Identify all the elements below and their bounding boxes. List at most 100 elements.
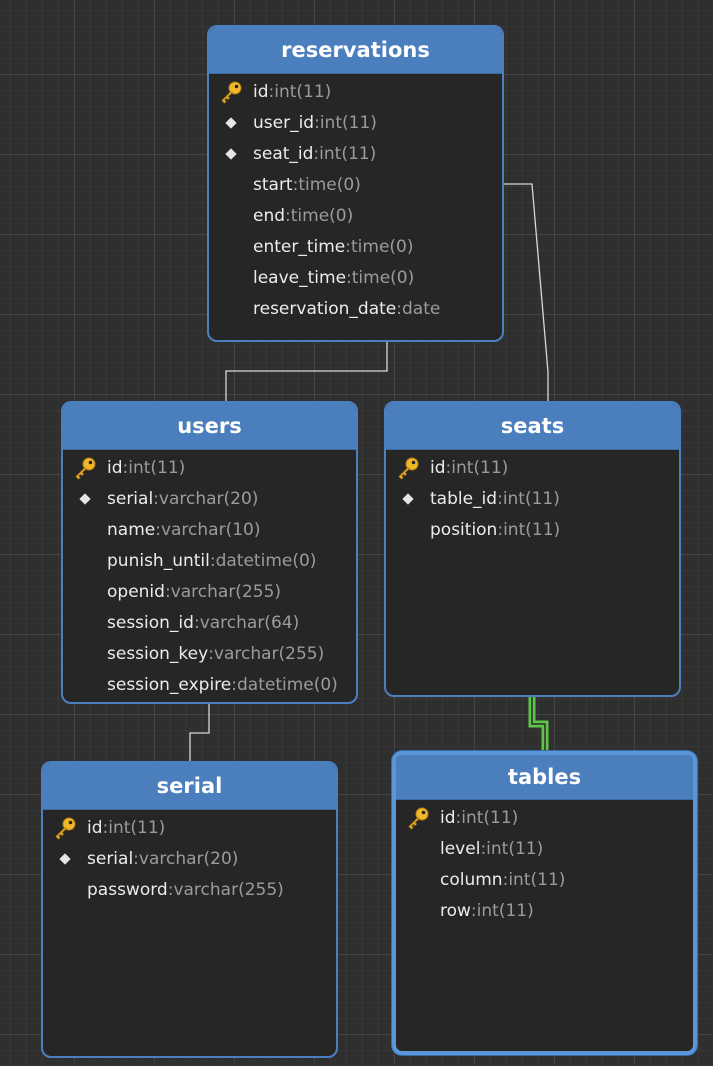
field-name: serial <box>107 488 154 509</box>
diamond-icon <box>63 492 107 505</box>
field-row[interactable]: openid: varchar(255) <box>63 576 356 607</box>
field-name: id <box>430 457 446 478</box>
field-row[interactable]: seat_id: int(11) <box>209 138 502 169</box>
field-name: column <box>440 869 503 890</box>
field-row[interactable]: id: int(11) <box>396 802 693 833</box>
field-row[interactable]: id: int(11) <box>43 812 336 843</box>
entity-title: tables <box>396 755 693 800</box>
field-type: int(11) <box>274 81 332 102</box>
entity-title: seats <box>386 403 679 450</box>
field-name: seat_id <box>253 143 314 164</box>
field-type: time(0) <box>298 174 361 195</box>
field-list: id: int(11) level: int(11) column: int(1… <box>396 800 693 926</box>
key-icon <box>209 80 253 104</box>
relation-users-serial[interactable] <box>189 703 210 762</box>
key-icon <box>43 816 87 840</box>
field-row[interactable]: reservation_date: date <box>209 293 502 324</box>
field-name: table_id <box>430 488 498 509</box>
field-row[interactable]: level: int(11) <box>396 833 693 864</box>
field-list: id: int(11) user_id: int(11) seat_id: in… <box>209 74 502 324</box>
field-name: name <box>107 519 156 540</box>
field-name: id <box>253 81 269 102</box>
entity-title: users <box>63 403 356 450</box>
field-type: varchar(10) <box>160 519 261 540</box>
field-type: int(11) <box>461 807 519 828</box>
field-list: id: int(11) serial: varchar(20) name: va… <box>63 450 356 700</box>
field-row[interactable]: enter_time: time(0) <box>209 231 502 262</box>
field-row[interactable]: column: int(11) <box>396 864 693 895</box>
field-row[interactable]: session_key: varchar(255) <box>63 638 356 669</box>
field-type: varchar(255) <box>170 581 282 602</box>
field-name: id <box>87 817 103 838</box>
entity-reservations[interactable]: reservations id: int(11) user_id: int(11… <box>207 25 504 342</box>
field-row[interactable]: leave_time: time(0) <box>209 262 502 293</box>
field-name: openid <box>107 581 165 602</box>
field-type: int(11) <box>319 112 377 133</box>
field-name: level <box>440 838 481 859</box>
field-name: end <box>253 205 286 226</box>
key-icon <box>63 456 107 480</box>
field-type: datetime(0) <box>236 674 338 695</box>
field-type: int(11) <box>486 838 544 859</box>
field-row[interactable]: serial: varchar(20) <box>63 483 356 514</box>
field-row[interactable]: user_id: int(11) <box>209 107 502 138</box>
field-row[interactable]: table_id: int(11) <box>386 483 679 514</box>
field-name: reservation_date <box>253 298 397 319</box>
field-list: id: int(11) table_id: int(11) position: … <box>386 450 679 545</box>
entity-users[interactable]: users id: int(11) serial: varchar(20) na… <box>61 401 358 704</box>
entity-tables[interactable]: tables id: int(11) level: int(11) column… <box>392 751 697 1055</box>
field-row[interactable]: punish_until: datetime(0) <box>63 545 356 576</box>
field-name: punish_until <box>107 550 210 571</box>
field-type: int(11) <box>503 519 561 540</box>
field-row[interactable]: session_id: varchar(64) <box>63 607 356 638</box>
field-name: leave_time <box>253 267 347 288</box>
field-name: serial <box>87 848 134 869</box>
field-type: date <box>402 298 441 319</box>
field-row[interactable]: row: int(11) <box>396 895 693 926</box>
field-row[interactable]: start: time(0) <box>209 169 502 200</box>
diamond-icon <box>43 852 87 865</box>
field-type: varchar(64) <box>199 612 300 633</box>
field-row[interactable]: name: varchar(10) <box>63 514 356 545</box>
key-icon <box>386 456 430 480</box>
field-type: varchar(20) <box>158 488 259 509</box>
field-type: time(0) <box>351 236 414 257</box>
relation-seats-tables[interactable] <box>528 697 549 752</box>
diamond-icon <box>209 116 253 129</box>
field-row[interactable]: serial: varchar(20) <box>43 843 336 874</box>
field-type: time(0) <box>290 205 354 226</box>
relation-reservations-users[interactable] <box>225 342 388 402</box>
entity-seats[interactable]: seats id: int(11) table_id: int(11) posi… <box>384 401 681 697</box>
field-name: session_key <box>107 643 209 664</box>
field-row[interactable]: session_expire: datetime(0) <box>63 669 356 700</box>
field-row[interactable]: password: varchar(255) <box>43 874 336 905</box>
field-type: int(11) <box>508 869 566 890</box>
field-row[interactable]: id: int(11) <box>63 452 356 483</box>
field-name: id <box>440 807 456 828</box>
entity-serial[interactable]: serial id: int(11) serial: varchar(20) p… <box>41 761 338 1058</box>
field-type: int(11) <box>502 488 560 509</box>
field-row[interactable]: id: int(11) <box>209 76 502 107</box>
field-name: enter_time <box>253 236 346 257</box>
field-type: int(11) <box>476 900 534 921</box>
field-type: varchar(255) <box>173 879 284 900</box>
key-icon <box>396 806 440 830</box>
field-name: position <box>430 519 498 540</box>
field-name: user_id <box>253 112 315 133</box>
field-name: start <box>253 174 293 195</box>
field-row[interactable]: id: int(11) <box>386 452 679 483</box>
field-row[interactable]: end: time(0) <box>209 200 502 231</box>
field-type: int(11) <box>128 457 186 478</box>
field-type: int(11) <box>108 817 166 838</box>
field-type: varchar(20) <box>138 848 239 869</box>
field-type: int(11) <box>451 457 509 478</box>
field-name: id <box>107 457 123 478</box>
field-type: int(11) <box>319 143 377 164</box>
field-name: session_expire <box>107 674 232 695</box>
entity-title: reservations <box>209 27 502 74</box>
diamond-icon <box>386 492 430 505</box>
field-name: session_id <box>107 612 194 633</box>
field-row[interactable]: position: int(11) <box>386 514 679 545</box>
diamond-icon <box>209 147 253 160</box>
relation-reservations-seats[interactable] <box>503 183 549 402</box>
